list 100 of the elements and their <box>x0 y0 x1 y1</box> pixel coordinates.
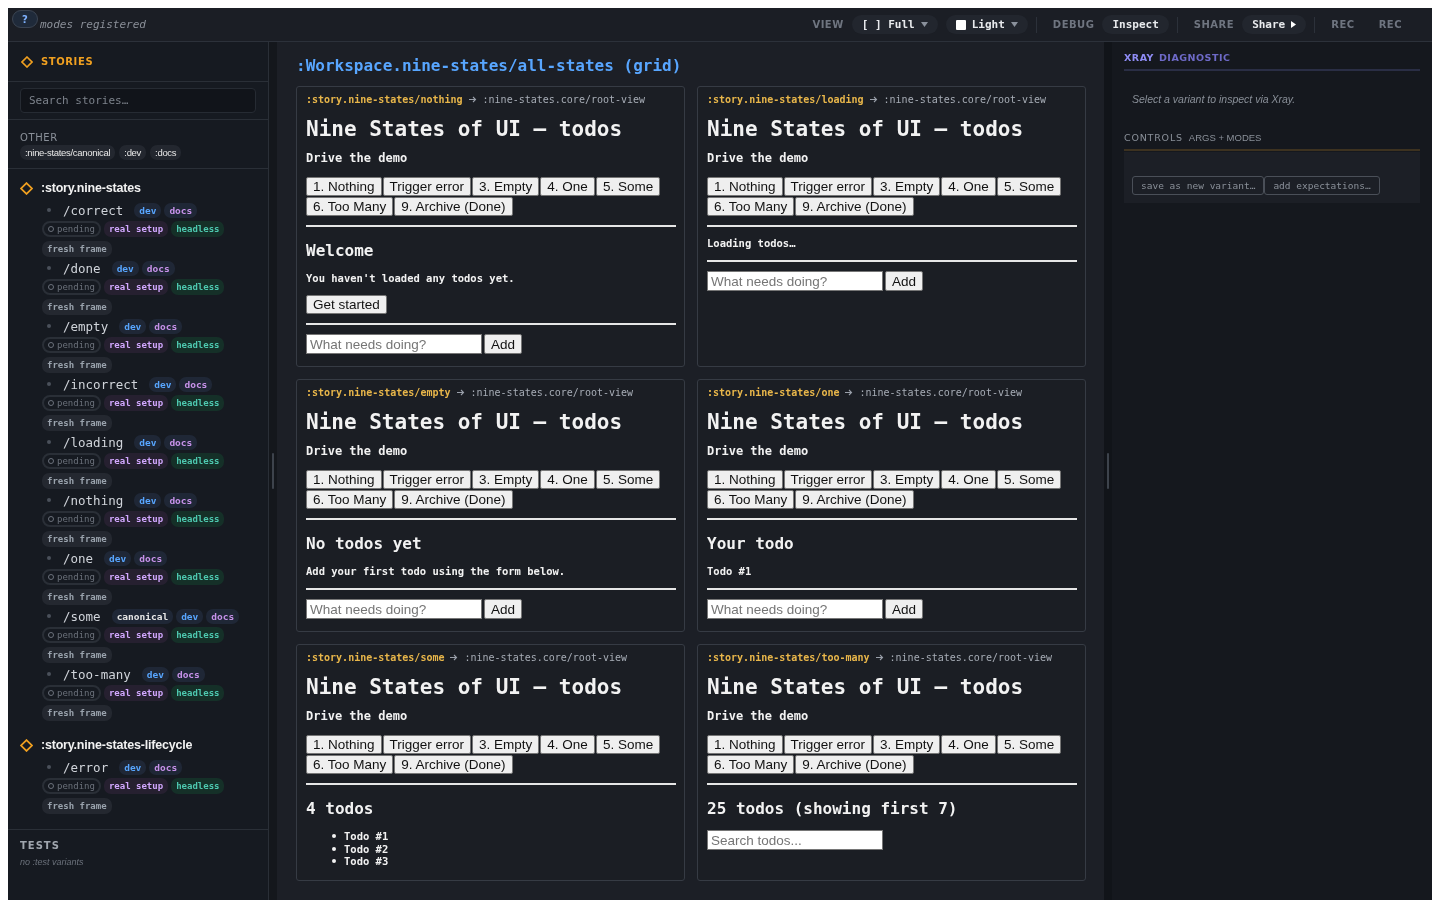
state-button[interactable]: 4. One <box>540 177 595 196</box>
todo-input[interactable]: What needs doing? <box>707 599 883 619</box>
state-button[interactable]: 6. Too Many <box>707 755 795 774</box>
tag-chip: fresh frame <box>42 705 112 721</box>
action-button[interactable]: add expectations… <box>1264 176 1380 195</box>
inspect-button[interactable]: Inspect <box>1102 15 1169 34</box>
add-button[interactable]: Add <box>885 271 924 291</box>
rec-button[interactable]: REC <box>1323 19 1363 30</box>
state-button[interactable]: Trigger error <box>783 470 873 489</box>
state-button[interactable]: 1. Nothing <box>707 177 783 196</box>
help-button[interactable]: ? <box>12 10 38 28</box>
state-button[interactable]: 4. One <box>540 470 595 489</box>
tag-chip: headless <box>171 453 225 469</box>
state-button[interactable]: 6. Too Many <box>306 755 394 774</box>
variant-link[interactable]: /correct <box>63 202 124 218</box>
toolbar-label: VIEW <box>812 19 844 30</box>
state-button[interactable]: 4. One <box>941 470 996 489</box>
story-group-title[interactable]: :story.nine-states <box>41 181 141 195</box>
state-button[interactable]: 1. Nothing <box>306 470 382 489</box>
add-button[interactable]: Add <box>484 334 523 354</box>
state-button[interactable]: Trigger error <box>382 177 472 196</box>
state-heading: Welcome <box>306 241 375 260</box>
todo-input[interactable]: What needs doing? <box>306 599 482 619</box>
story-path[interactable]: :story.nine-states/too-many <box>707 652 870 663</box>
state-button[interactable]: 9. Archive (Done) <box>795 490 914 509</box>
state-button[interactable]: 4. One <box>941 177 996 196</box>
state-button[interactable]: 6. Too Many <box>306 197 394 216</box>
variant-link[interactable]: /loading <box>63 434 124 450</box>
state-button[interactable]: 5. Some <box>996 177 1062 196</box>
state-button[interactable]: 9. Archive (Done) <box>394 755 513 774</box>
state-button[interactable]: 9. Archive (Done) <box>795 197 914 216</box>
state-button[interactable]: 4. One <box>540 735 595 754</box>
state-button[interactable]: 6. Too Many <box>306 490 394 509</box>
tag-chip: dev <box>119 318 147 334</box>
state-button[interactable]: 3. Empty <box>873 470 941 489</box>
todo-input[interactable]: What needs doing? <box>306 334 482 354</box>
state-button[interactable]: 3. Empty <box>472 735 540 754</box>
variant-link[interactable]: /error <box>63 759 109 775</box>
variant-link[interactable]: /incorrect <box>63 376 139 392</box>
add-button[interactable]: Add <box>885 599 924 619</box>
theme-dropdown[interactable]: Light <box>945 15 1028 34</box>
variant-link[interactable]: /some <box>63 608 101 624</box>
state-text: Add your first todo using the form below. <box>306 565 567 577</box>
story-path[interactable]: :story.nine-states/loading <box>707 94 864 105</box>
state-button[interactable]: 9. Archive (Done) <box>394 490 513 509</box>
story-group-title[interactable]: :story.nine-states-lifecycle <box>41 738 193 752</box>
state-text: Todo #1 <box>707 565 753 577</box>
variant-link[interactable]: /too-many <box>63 666 131 682</box>
variant-link[interactable]: /one <box>63 550 94 566</box>
filter-chip[interactable]: :dev <box>119 145 147 160</box>
state-button[interactable]: Trigger error <box>783 735 873 754</box>
state-button[interactable]: 5. Some <box>595 735 661 754</box>
state-button[interactable]: 1. Nothing <box>306 177 382 196</box>
variant-link[interactable]: /nothing <box>63 492 124 508</box>
resize-handle[interactable] <box>272 453 274 489</box>
state-button[interactable]: Trigger error <box>783 177 873 196</box>
todo-input[interactable]: What needs doing? <box>707 271 883 291</box>
state-button[interactable]: Trigger error <box>382 470 472 489</box>
search-field[interactable]: Search stories… <box>20 88 256 113</box>
toolbar-label: SHARE <box>1193 19 1235 30</box>
story-path[interactable]: :story.nine-states/one <box>707 387 840 398</box>
state-button[interactable]: 6. Too Many <box>707 490 795 509</box>
state-button[interactable]: 1. Nothing <box>306 735 382 754</box>
search-field[interactable]: Search todos... <box>707 830 883 850</box>
state-button[interactable]: 1. Nothing <box>707 470 783 489</box>
tag-chip: real setup <box>103 627 169 643</box>
filter-chip[interactable]: :nine-states/canonical <box>20 145 116 160</box>
state-button[interactable]: 9. Archive (Done) <box>394 197 513 216</box>
variant-link[interactable]: /done <box>63 260 101 276</box>
state-button[interactable]: 5. Some <box>595 470 661 489</box>
state-button[interactable]: 3. Empty <box>472 470 540 489</box>
tag-chip: dev <box>119 759 147 775</box>
state-button[interactable]: 3. Empty <box>873 177 941 196</box>
state-button[interactable]: 3. Empty <box>873 735 941 754</box>
state-button[interactable]: Trigger error <box>382 735 472 754</box>
get-started-button[interactable]: Get started <box>306 295 387 314</box>
state-button[interactable]: 5. Some <box>996 470 1062 489</box>
rec-button[interactable]: REC <box>1370 19 1410 30</box>
state-button[interactable]: 5. Some <box>595 177 661 196</box>
share-menu-button[interactable]: Share <box>1242 15 1307 34</box>
story-path[interactable]: :story.nine-states/empty <box>306 387 451 398</box>
state-button[interactable]: 9. Archive (Done) <box>795 755 914 774</box>
state-button[interactable]: 3. Empty <box>472 177 540 196</box>
action-button[interactable]: save as new variant… <box>1132 176 1265 195</box>
resize-handle[interactable] <box>1107 453 1109 489</box>
tag-chip: headless <box>171 685 225 701</box>
tag-chip: docs <box>149 759 183 775</box>
state-button[interactable]: 1. Nothing <box>707 735 783 754</box>
demo-subtitle: Drive the demo <box>707 709 810 723</box>
filter-chip[interactable]: :docs <box>150 145 182 160</box>
variant-link[interactable]: /empty <box>63 318 109 334</box>
add-button[interactable]: Add <box>484 599 523 619</box>
view-dropdown[interactable]: [ ] Full <box>851 15 938 34</box>
story-path[interactable]: :story.nine-states/nothing <box>306 94 463 105</box>
state-button[interactable]: 6. Too Many <box>707 197 795 216</box>
state-heading: No todos yet <box>306 534 423 553</box>
state-button[interactable]: 5. Some <box>996 735 1062 754</box>
state-button[interactable]: 4. One <box>941 735 996 754</box>
story-path[interactable]: :story.nine-states/some <box>306 652 445 663</box>
tag-chip: real setup <box>103 685 169 701</box>
